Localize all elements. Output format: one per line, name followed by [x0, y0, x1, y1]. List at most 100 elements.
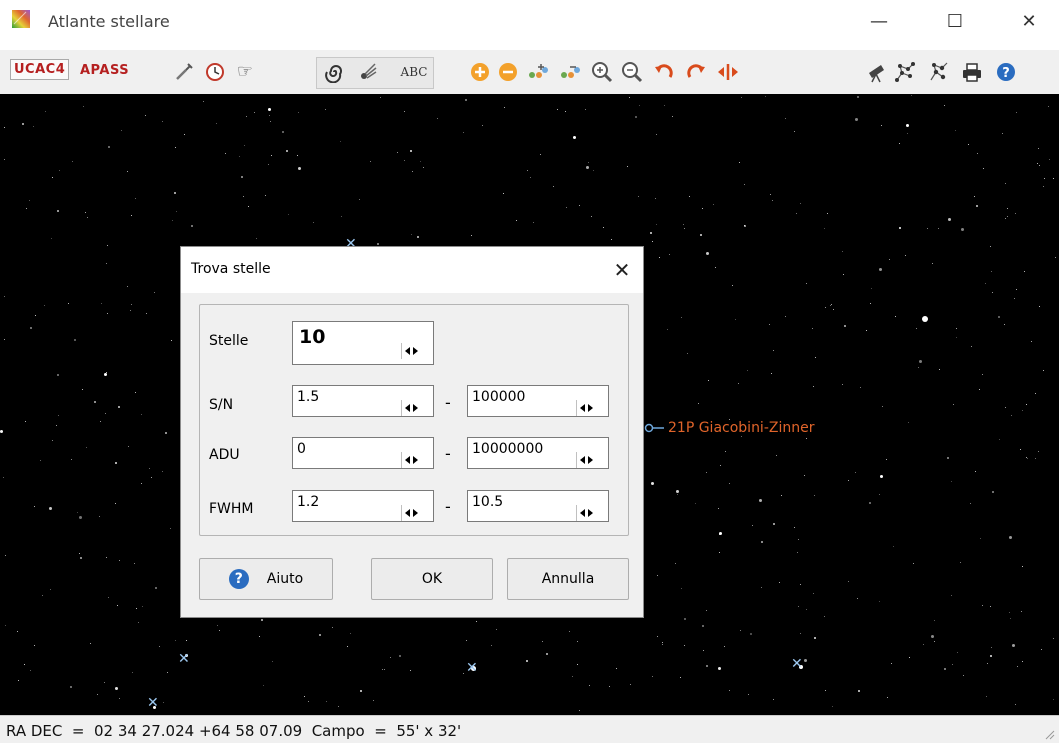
help-button[interactable]: ? Aiuto — [199, 558, 333, 600]
background-star — [530, 177, 531, 178]
background-star — [797, 552, 798, 553]
zoom-plus-icon[interactable] — [468, 60, 492, 84]
maximize-button[interactable]: ☐ — [932, 4, 978, 38]
dialog-close-button[interactable]: ✕ — [607, 255, 637, 285]
background-star — [977, 153, 978, 154]
sn-max-spinner[interactable] — [576, 400, 595, 416]
background-star — [907, 133, 908, 134]
background-star — [225, 153, 226, 154]
background-star — [1037, 163, 1038, 164]
adu-max-spinner[interactable] — [576, 452, 595, 468]
stelle-value: 10 — [299, 326, 326, 348]
background-star — [80, 557, 82, 559]
background-star — [338, 706, 339, 707]
background-star — [934, 641, 935, 642]
background-star — [136, 608, 137, 609]
wrench-icon[interactable] — [172, 60, 196, 84]
resize-grip-icon[interactable] — [1043, 728, 1055, 740]
background-star — [586, 166, 589, 169]
background-star — [669, 254, 670, 255]
spiral-galaxy-icon[interactable] — [323, 60, 347, 84]
background-star — [913, 563, 914, 564]
background-star — [57, 210, 59, 212]
stelle-spinner[interactable] — [401, 343, 420, 359]
background-star — [724, 646, 725, 647]
background-star — [813, 593, 814, 594]
background-star — [256, 238, 257, 239]
fwhm-min-spinner[interactable] — [401, 505, 420, 521]
background-star — [1053, 638, 1054, 639]
background-star — [999, 439, 1000, 440]
telescope-icon[interactable] — [865, 60, 889, 84]
background-star — [1044, 178, 1045, 179]
magnify-minus-icon[interactable] — [620, 60, 644, 84]
rotate-right-icon[interactable] — [684, 60, 708, 84]
ok-button[interactable]: OK — [371, 558, 493, 600]
background-star — [1007, 208, 1008, 209]
background-star — [100, 421, 101, 422]
background-star — [985, 283, 986, 284]
background-star — [572, 676, 573, 677]
comet-label[interactable]: 21P Giacobini-Zinner — [644, 420, 814, 436]
sn-min-spinner[interactable] — [401, 400, 420, 416]
ucac4-catalog-button[interactable]: UCAC4 — [10, 59, 70, 80]
background-star — [684, 618, 686, 620]
minimize-button[interactable]: — — [856, 4, 902, 38]
background-star — [107, 313, 108, 314]
background-star — [4, 339, 5, 340]
printer-icon[interactable] — [960, 60, 984, 84]
target-marker-icon: ✕ — [466, 660, 478, 676]
grid-plus-icon[interactable] — [526, 60, 550, 84]
help-icon[interactable]: ? — [994, 60, 1018, 84]
background-star — [286, 150, 288, 152]
adu-range-separator: - — [445, 444, 451, 463]
background-star — [106, 557, 107, 558]
background-star — [974, 196, 975, 197]
rotate-left-icon[interactable] — [652, 60, 676, 84]
background-star — [191, 225, 193, 227]
fwhm-max-spinner[interactable] — [576, 505, 595, 521]
background-star — [990, 246, 991, 247]
background-star — [359, 199, 360, 200]
background-star — [259, 636, 260, 637]
comet-icon[interactable] — [356, 60, 380, 84]
background-star — [800, 633, 801, 634]
constellation-icon[interactable] — [893, 60, 917, 84]
background-star — [465, 99, 467, 101]
zoom-minus-icon[interactable] — [496, 60, 520, 84]
target-marker-icon: ✕ — [178, 651, 190, 667]
close-button[interactable]: ✕ — [1006, 4, 1052, 38]
background-star — [662, 642, 663, 643]
pointer-hand-icon[interactable]: ☞ — [233, 60, 257, 84]
target-marker-icon: ✕ — [791, 656, 803, 672]
background-star — [1002, 133, 1003, 134]
background-star — [4, 296, 5, 297]
background-star — [1041, 649, 1042, 650]
background-star — [976, 205, 978, 207]
background-star — [82, 389, 83, 390]
background-star — [1038, 148, 1039, 149]
background-star — [162, 121, 163, 122]
background-star — [629, 97, 630, 98]
cancel-button[interactable]: Annulla — [507, 558, 629, 600]
magnify-plus-icon[interactable] — [590, 60, 614, 84]
star-chart-icon[interactable] — [927, 60, 951, 84]
background-star — [268, 164, 269, 165]
background-star — [773, 523, 775, 525]
apass-catalog-button[interactable]: APASS — [80, 63, 129, 78]
flip-horizontal-icon[interactable] — [716, 60, 740, 84]
abc-labels-icon[interactable]: ABC — [398, 60, 430, 84]
background-star — [706, 472, 707, 473]
adu-min-spinner[interactable] — [401, 452, 420, 468]
background-star — [681, 317, 682, 318]
background-star — [370, 161, 371, 162]
grid-minus-icon[interactable] — [558, 60, 582, 84]
background-star — [463, 132, 464, 133]
background-star — [108, 146, 110, 148]
background-star — [971, 346, 972, 347]
background-star — [163, 702, 164, 703]
background-star — [593, 170, 594, 171]
clock-icon[interactable] — [203, 60, 227, 84]
background-star — [119, 560, 120, 561]
background-star — [919, 360, 922, 363]
